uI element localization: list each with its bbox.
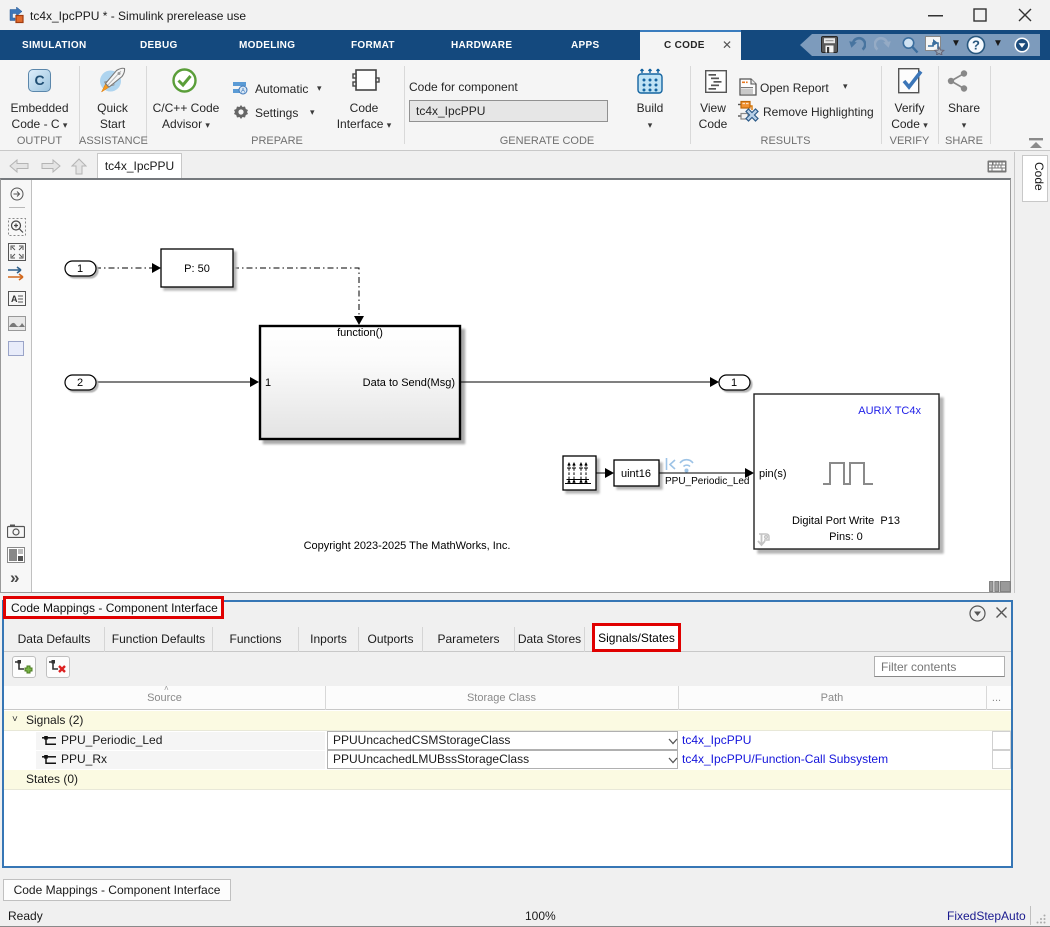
- svg-text:uint16: uint16: [621, 468, 651, 480]
- svg-text:AURIX TC4x: AURIX TC4x: [858, 405, 921, 417]
- svg-text:1: 1: [77, 263, 83, 275]
- svg-text:Pins: 0: Pins: 0: [829, 531, 863, 543]
- svg-text:PPU_Periodic_Led: PPU_Periodic_Led: [665, 476, 750, 487]
- svg-text:1: 1: [265, 377, 271, 389]
- svg-text:function(): function(): [337, 327, 383, 339]
- svg-text:Digital Port Write P13: Digital Port Write P13: [792, 515, 900, 527]
- svg-text:A: A: [241, 89, 245, 95]
- svg-text:2: 2: [77, 377, 83, 389]
- svg-text:1: 1: [731, 377, 737, 389]
- svg-text:Copyright 2023-2025 The MathWo: Copyright 2023-2025 The MathWorks, Inc.: [304, 540, 511, 552]
- svg-text:Data to Send(Msg): Data to Send(Msg): [363, 377, 455, 389]
- svg-text:A: A: [11, 294, 18, 304]
- svg-text:?: ?: [972, 38, 980, 53]
- svg-text:pin(s): pin(s): [759, 468, 787, 480]
- svg-text:P: 50: P: 50: [184, 263, 210, 275]
